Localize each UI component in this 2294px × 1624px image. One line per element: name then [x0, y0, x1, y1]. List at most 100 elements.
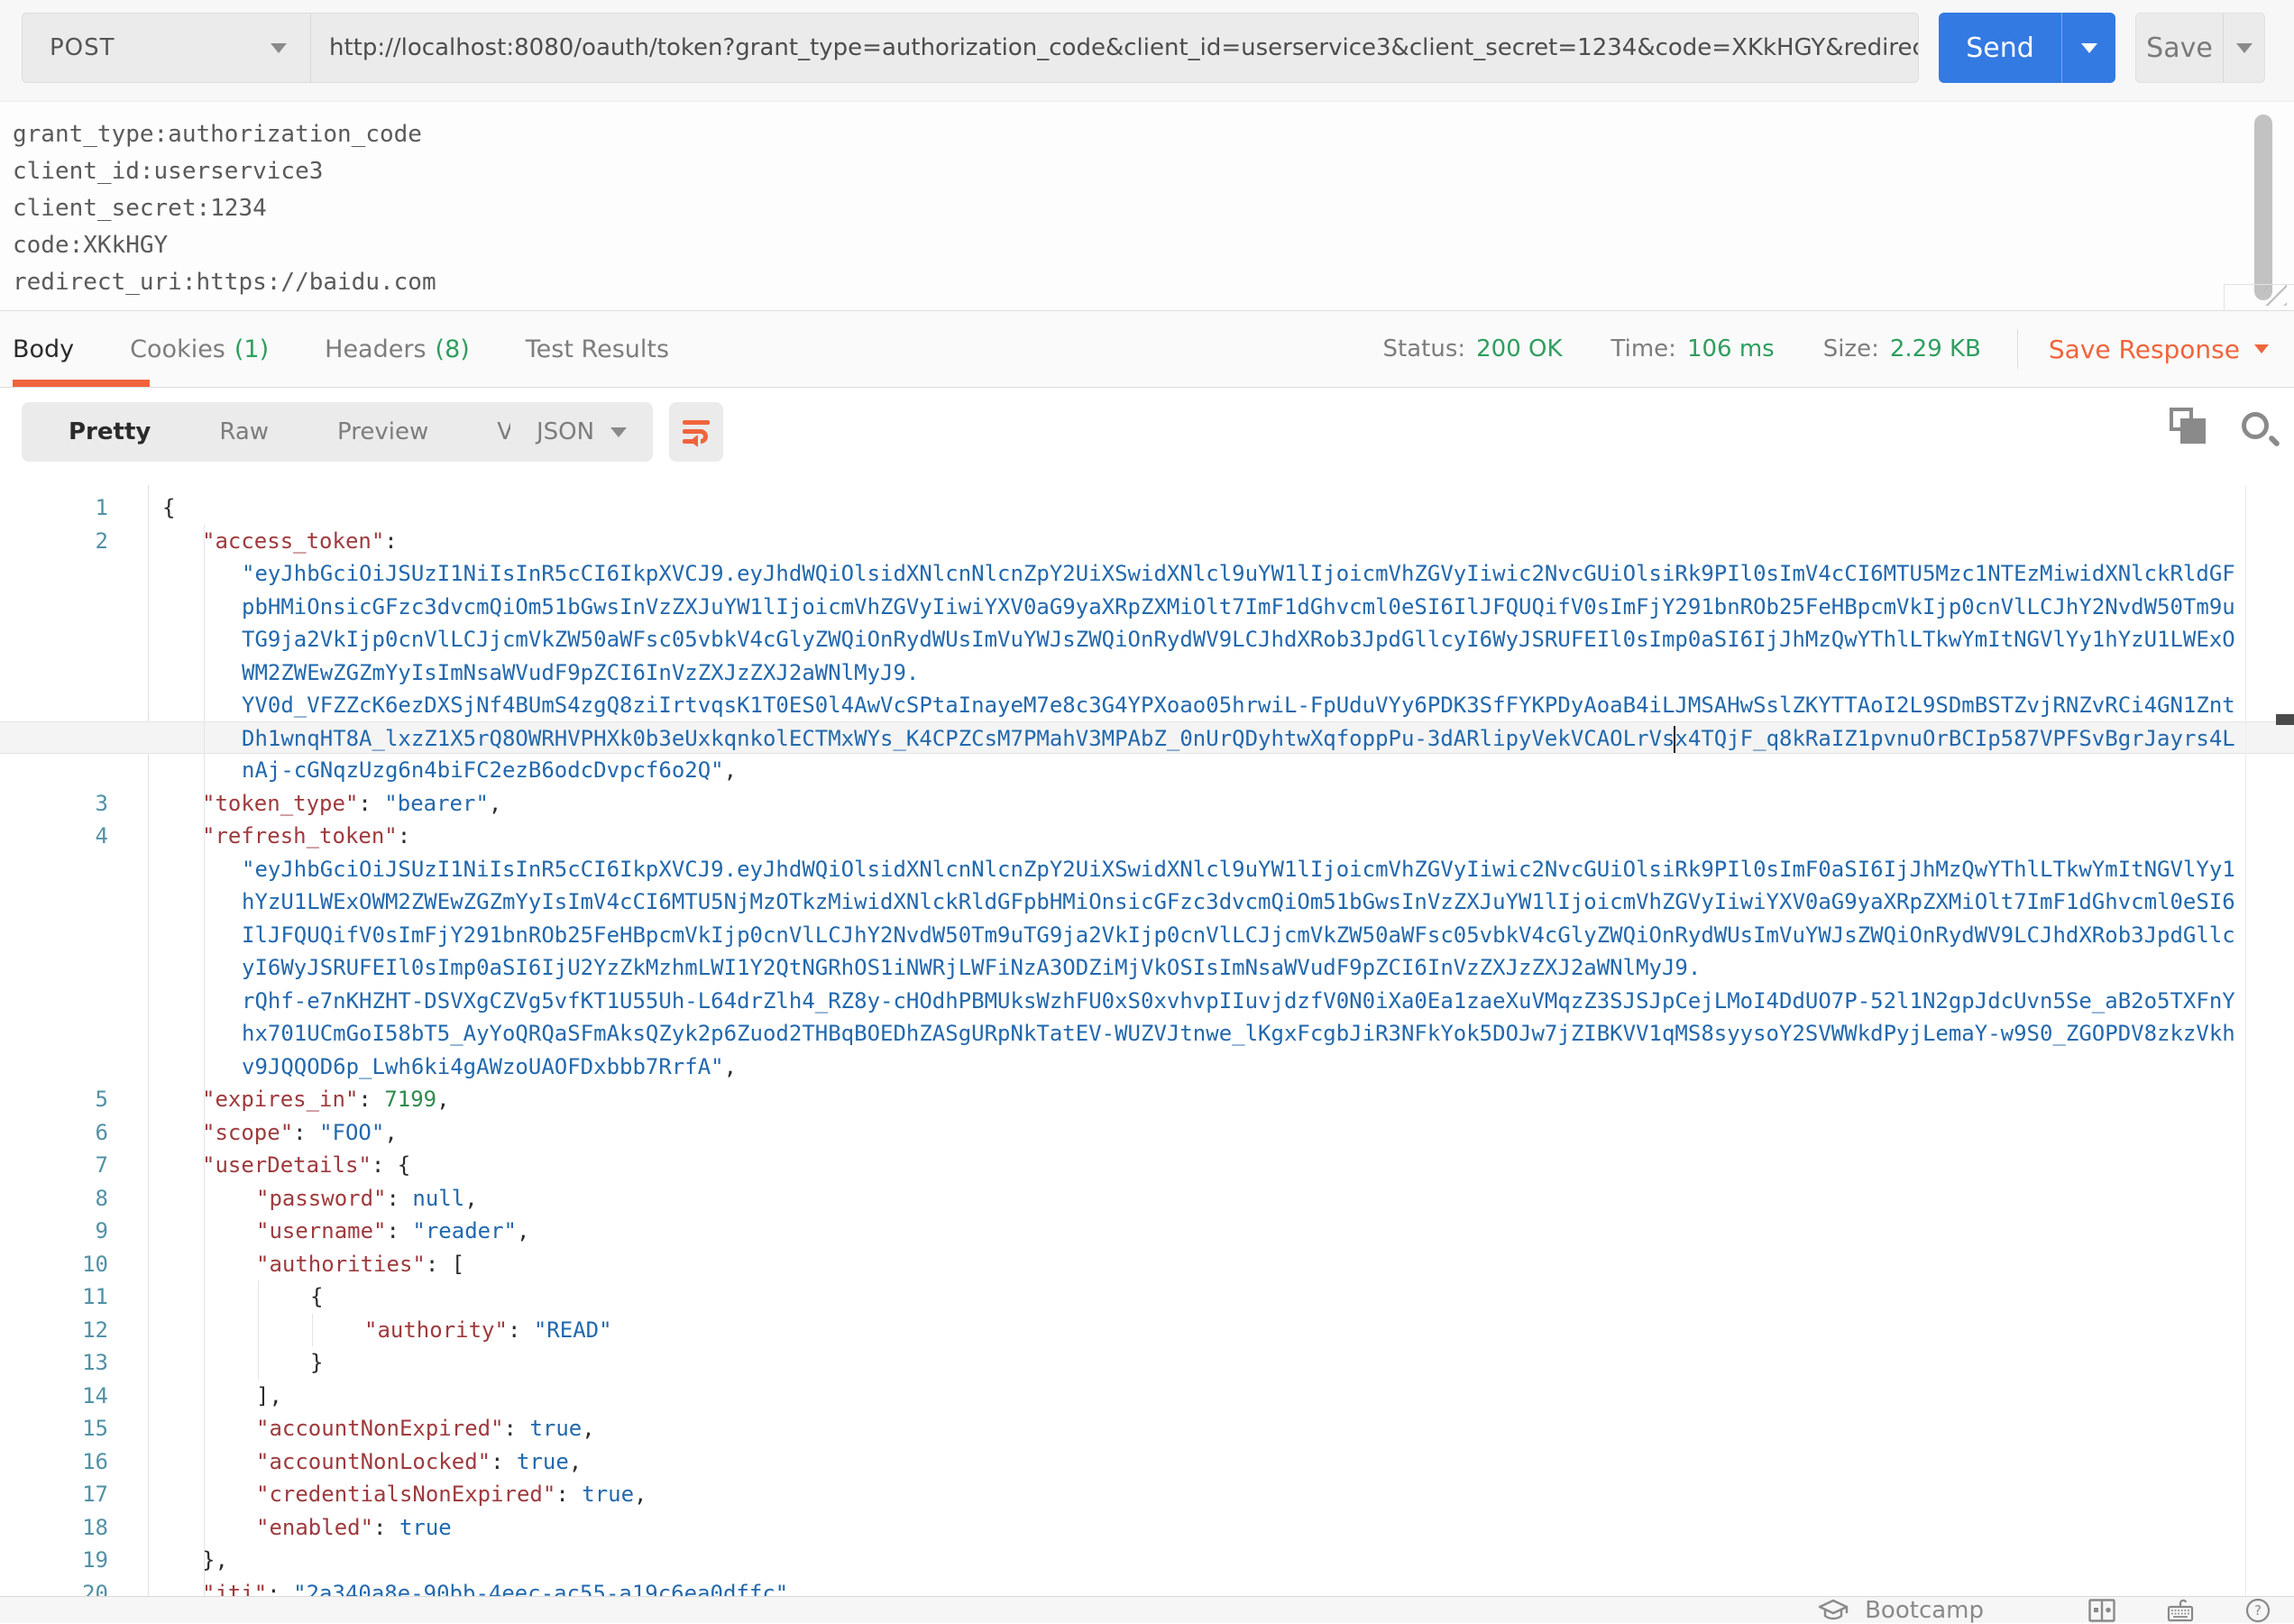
indent-guide: [204, 656, 205, 690]
line-number: 1: [0, 491, 108, 525]
request-body-panel[interactable]: grant_type:authorization_code client_id:…: [0, 102, 2294, 311]
code-line[interactable]: "eyJhbGciOiJSUzI1NiIsInR5cCI6IkpXVCJ9.ey…: [0, 557, 2294, 591]
code-text: "scope": "FOO",: [162, 1116, 2294, 1150]
tab-headers[interactable]: Headers (8): [325, 335, 470, 363]
code-line[interactable]: 16"accountNonLocked": true,: [0, 1445, 2294, 1479]
response-meta: Status: 200 OK Time: 106 ms Size: 2.29 K…: [1335, 329, 2294, 369]
code-text: "credentialsNonExpired": true,: [162, 1478, 2294, 1511]
bootcamp-button[interactable]: Bootcamp: [1818, 1597, 1984, 1624]
code-line[interactable]: 11{: [0, 1280, 2294, 1314]
tab-cookies[interactable]: Cookies (1): [130, 335, 269, 363]
url-input[interactable]: http://localhost:8080/oauth/token?grant_…: [311, 14, 1918, 82]
view-pretty[interactable]: Pretty: [34, 418, 185, 445]
code-text: }: [162, 1346, 2294, 1380]
code-line[interactable]: 7"userDetails": {: [0, 1149, 2294, 1182]
resize-handle[interactable]: [2224, 284, 2294, 311]
indent-guide: [258, 1280, 259, 1314]
indent-guide: [204, 754, 205, 787]
search-icon[interactable]: [2242, 412, 2269, 439]
code-line[interactable]: yI6WyJSRUFEIl0sImp0aSI6IjU2YzZkMzhmLWI1Y…: [0, 951, 2294, 985]
send-options-button[interactable]: [2061, 13, 2115, 83]
code-line[interactable]: 20"jti": "2a340a8e-90bb-4eec-ac55-a19c6e…: [0, 1577, 2294, 1597]
code-line[interactable]: 18"enabled": true: [0, 1511, 2294, 1545]
code-line[interactable]: 3"token_type": "bearer",: [0, 787, 2294, 821]
copy-icon[interactable]: [2170, 408, 2206, 444]
code-text: "authority": "READ": [162, 1314, 2294, 1347]
send-button[interactable]: Send: [1939, 13, 2061, 83]
indent-guide: [204, 1083, 205, 1116]
code-line[interactable]: IlJFQUQifV0sImFjY291bnROb25FeHBpcmVkIjp0…: [0, 919, 2294, 952]
response-view-toolbar: Pretty Raw Preview Visualize JSON: [0, 388, 2294, 485]
scrollbar-thumb[interactable]: [2254, 115, 2272, 300]
indent-guide: [204, 1182, 205, 1216]
postman-app: { "request": { "method": "POST", "url": …: [0, 0, 2294, 1623]
two-pane-icon[interactable]: [2088, 1599, 2115, 1622]
code-line[interactable]: hx701UCmGoI58bT5_AyYoQRQaSFmAksQZyk2p6Zu…: [0, 1017, 2294, 1051]
help-icon[interactable]: ?: [2245, 1598, 2271, 1623]
code-line[interactable]: 4"refresh_token":: [0, 820, 2294, 853]
code-line[interactable]: v9JQQOD6p_Lwh6ki4gAWzoUAOFDxbbb7RrfA",: [0, 1051, 2294, 1084]
tab-body[interactable]: Body: [13, 335, 74, 363]
code-line[interactable]: 6"scope": "FOO",: [0, 1116, 2294, 1150]
response-tabs: Body Cookies (1) Headers (8) Test Result…: [0, 335, 669, 363]
code-line[interactable]: Dh1wnqHT8A_lxzZ1X5rQ8OWRHVPHXk0b3eUxkqnk…: [0, 721, 2294, 755]
code-line[interactable]: 14],: [0, 1380, 2294, 1413]
line-number: [0, 722, 108, 754]
code-line[interactable]: 2"access_token":: [0, 525, 2294, 558]
code-line[interactable]: 9"username": "reader",: [0, 1215, 2294, 1248]
format-dropdown[interactable]: JSON: [510, 402, 653, 462]
send-button-group: Send: [1939, 13, 2115, 83]
code-line[interactable]: "eyJhbGciOiJSUzI1NiIsInR5cCI6IkpXVCJ9.ey…: [0, 853, 2294, 886]
save-response-button[interactable]: Save Response: [2049, 335, 2269, 364]
code-line[interactable]: 5"expires_in": 7199,: [0, 1083, 2294, 1116]
indent-guide: [204, 820, 205, 853]
code-text: rQhf-e7nKHZHT-DSVXgCZVg5vfKT1U55Uh-L64dr…: [162, 985, 2294, 1018]
code-line[interactable]: 19},: [0, 1544, 2294, 1577]
code-line[interactable]: hYzU1LWExOWM2ZWEwZGZmYyIsImV4cCI6MTU5NjM…: [0, 885, 2294, 919]
indent-guide: [258, 1314, 259, 1347]
code-line[interactable]: 17"credentialsNonExpired": true,: [0, 1478, 2294, 1511]
cookies-count: (1): [234, 335, 269, 363]
code-line[interactable]: 13}: [0, 1346, 2294, 1380]
line-number: 4: [0, 820, 108, 853]
code-line[interactable]: 10"authorities": [: [0, 1248, 2294, 1281]
code-text: Dh1wnqHT8A_lxzZ1X5rQ8OWRHVPHXk0b3eUxkqnk…: [162, 722, 2294, 754]
response-body-editor[interactable]: 1{2"access_token":"eyJhbGciOiJSUzI1NiIsI…: [0, 485, 2294, 1596]
indent-guide: [204, 557, 205, 591]
code-line[interactable]: nAj-cGNqzUzg6n4biFC2ezB6odcDvpcf6o2Q",: [0, 754, 2294, 787]
tab-test-results[interactable]: Test Results: [526, 335, 669, 363]
code-line[interactable]: WM2ZWEwZGZmYyIsImNsaWVudF9pZCI6InVzZXJzZ…: [0, 656, 2294, 690]
line-number: 13: [0, 1346, 108, 1380]
line-number: [0, 951, 108, 985]
code-text: nAj-cGNqzUzg6n4biFC2ezB6odcDvpcf6o2Q",: [162, 754, 2294, 787]
code-line[interactable]: 12"authority": "READ": [0, 1314, 2294, 1347]
code-line[interactable]: pbHMiOnsicGFzc3dvcmQiOm51bGwsInVzZXJuYW1…: [0, 591, 2294, 624]
indent-guide: [204, 1149, 205, 1182]
keyboard-icon[interactable]: [2166, 1598, 2195, 1623]
code-line[interactable]: 8"password": null,: [0, 1182, 2294, 1216]
code-text: "accountNonLocked": true,: [162, 1445, 2294, 1479]
wrap-lines-button[interactable]: [669, 402, 723, 462]
method-dropdown[interactable]: POST: [23, 14, 311, 82]
indent-guide: [204, 985, 205, 1018]
wrap-lines-icon: [683, 420, 710, 444]
line-number: 19: [0, 1544, 108, 1577]
code-line[interactable]: rQhf-e7nKHZHT-DSVXgCZVg5vfKT1U55Uh-L64dr…: [0, 985, 2294, 1018]
code-line[interactable]: 15"accountNonExpired": true,: [0, 1412, 2294, 1445]
view-raw[interactable]: Raw: [185, 418, 303, 445]
line-number: 18: [0, 1511, 108, 1545]
code-text: "jti": "2a340a8e-90bb-4eec-ac55-a19c6ea0…: [162, 1577, 2294, 1597]
indent-guide: [204, 919, 205, 952]
view-preview[interactable]: Preview: [303, 418, 463, 445]
editor-right-rule: [2245, 485, 2246, 1596]
request-bar: POST http://localhost:8080/oauth/token?g…: [0, 0, 2294, 102]
code-text: "username": "reader",: [162, 1215, 2294, 1248]
code-line[interactable]: TG9ja2VkIjp0cnVlLCJjcmVkZW50aWFsc05vbkV4…: [0, 623, 2294, 656]
code-line[interactable]: YV0d_VFZZcK6ezDXSjNf4BUmS4zgQ8ziIrtvqsK1…: [0, 689, 2294, 722]
save-button[interactable]: Save: [2136, 14, 2223, 82]
chevron-down-icon: [610, 427, 627, 437]
svg-text:?: ?: [2254, 1602, 2262, 1619]
save-options-button[interactable]: [2223, 14, 2264, 82]
line-number: [0, 919, 108, 952]
code-line[interactable]: 1{: [0, 491, 2294, 525]
